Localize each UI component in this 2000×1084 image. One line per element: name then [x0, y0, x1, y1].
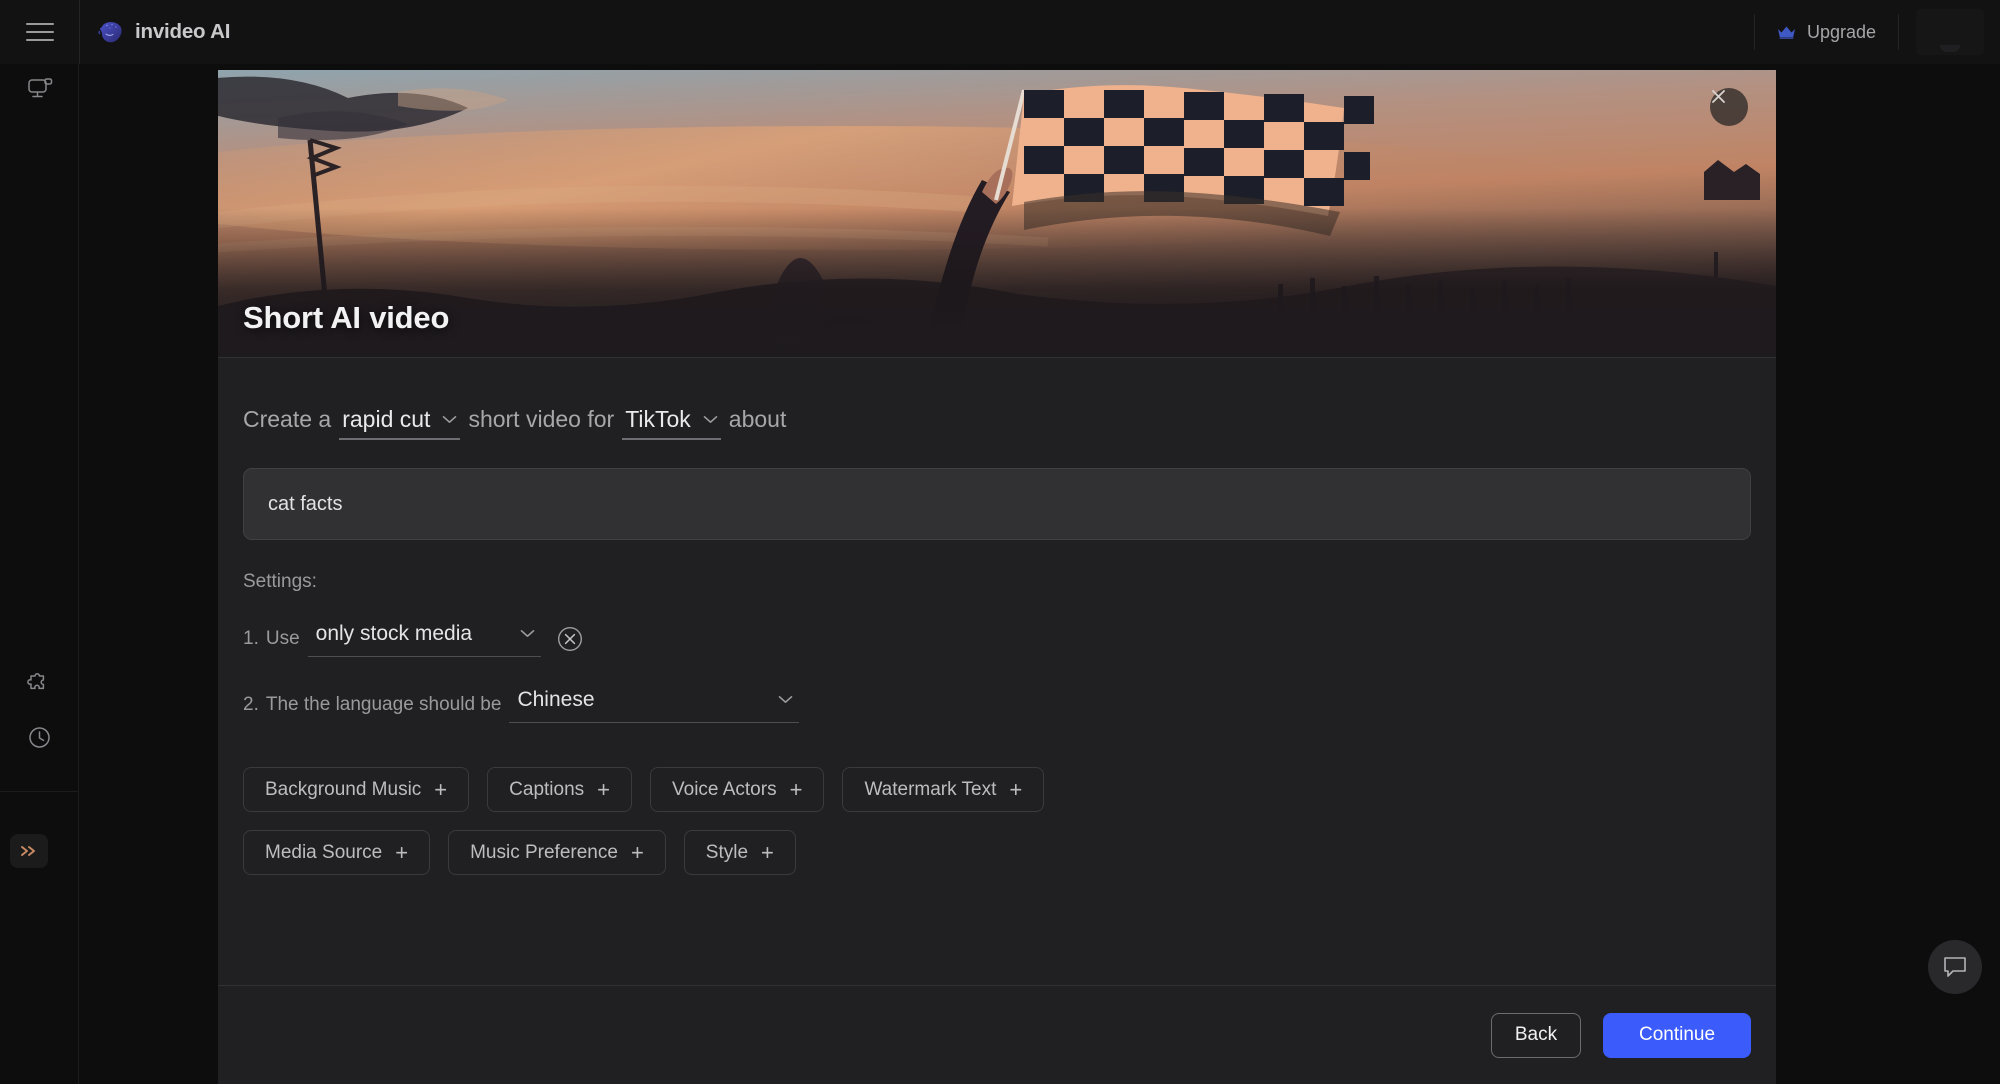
topbar-right-group: Upgrade [1753, 0, 2000, 64]
invideo-logo-icon [98, 22, 122, 43]
plus-icon: + [1009, 776, 1023, 802]
chip-label: Background Music [265, 778, 422, 800]
chevron-down-icon [443, 416, 457, 423]
option-chips: Background Music + Captions + Voice Acto… [243, 767, 1243, 875]
format-value: rapid cut [342, 406, 431, 432]
chat-bubble-icon [1944, 957, 1966, 977]
rail-item-extensions[interactable] [0, 654, 79, 706]
settings-label: Settings: [243, 571, 317, 592]
rail-expand-button[interactable] [10, 834, 48, 868]
chip-style[interactable]: Style + [683, 830, 796, 875]
upgrade-label: Upgrade [1806, 21, 1876, 42]
left-rail [0, 64, 79, 1084]
topic-input[interactable]: cat facts [243, 468, 1751, 540]
close-icon [1712, 90, 1725, 103]
page-title: Short AI video [243, 300, 450, 335]
chip-label: Voice Actors [672, 778, 777, 800]
close-modal-button[interactable] [1710, 88, 1748, 126]
setting-row-1: 1. Use only stock media [243, 619, 1751, 659]
puzzle-piece-icon [26, 672, 44, 689]
chat-support-button[interactable] [1928, 940, 1982, 994]
chip-label: Media Source [265, 841, 383, 863]
avatar [1915, 9, 1984, 55]
setting-row-2: 2. The the language should be Chinese [243, 685, 1751, 725]
chip-watermark-text[interactable]: Watermark Text + [842, 767, 1045, 812]
top-bar: invideo AI Upgrade [0, 0, 2000, 64]
brand-home-link[interactable]: invideo AI [98, 0, 230, 64]
chip-label: Captions [509, 778, 585, 800]
remove-circle-icon [557, 626, 582, 652]
chip-voice-actors[interactable]: Voice Actors + [650, 767, 825, 812]
setting-2-dropdown[interactable]: Chinese [509, 687, 800, 723]
rail-item-history[interactable] [0, 711, 79, 763]
setting-1-dropdown[interactable]: only stock media [307, 621, 541, 657]
plus-icon: + [597, 776, 611, 802]
setting-1-number: 1. [243, 628, 259, 649]
chip-captions[interactable]: Captions + [487, 767, 633, 812]
continue-button[interactable]: Continue [1603, 1012, 1751, 1058]
setting-2-prefix: The the language should be [265, 694, 502, 715]
modal-footer: Back Continue [218, 985, 1776, 1084]
chip-music-preference[interactable]: Music Preference + [448, 830, 666, 875]
clock-history-icon [29, 726, 50, 748]
crown-icon [1777, 26, 1795, 39]
hero-gradient-overlay [218, 208, 1776, 358]
plus-icon: + [630, 839, 644, 865]
plus-icon: + [761, 839, 774, 865]
back-button[interactable]: Back [1491, 1012, 1581, 1058]
setting-1-value: only stock media [315, 621, 473, 645]
rail-divider [0, 791, 79, 792]
setting-2-value: Chinese [517, 687, 595, 711]
setting-2-number: 2. [243, 694, 259, 715]
double-chevron-right-icon [21, 846, 35, 856]
profile-avatar-button[interactable] [1899, 0, 2000, 64]
prompt-sentence: Create a rapid cut short video for TikTo… [243, 406, 1751, 440]
setting-1-prefix: Use [265, 628, 300, 649]
format-dropdown[interactable]: rapid cut [339, 406, 461, 440]
platform-dropdown[interactable]: TikTok [622, 406, 721, 440]
modal-hero-image: Short AI video [218, 70, 1776, 358]
short-ai-video-modal: Short AI video Create a rapid cut short … [218, 70, 1776, 1084]
plus-icon: + [395, 839, 409, 865]
prompt-prefix: Create a [243, 406, 332, 432]
platform-value: TikTok [625, 406, 691, 432]
brand-name: invideo AI [135, 20, 231, 43]
hamburger-icon [25, 22, 54, 42]
chevron-down-icon [703, 416, 718, 423]
chevron-down-icon [779, 696, 793, 703]
menu-toggle-button[interactable] [0, 0, 79, 64]
plus-icon: + [434, 776, 448, 802]
chip-label: Watermark Text [864, 778, 997, 800]
plus-icon: + [789, 776, 803, 802]
prompt-suffix: about [728, 406, 787, 432]
chip-label: Music Preference [470, 841, 618, 863]
topic-input-value: cat facts [268, 492, 343, 515]
chevron-down-icon [520, 630, 534, 637]
topbar-divider [79, 0, 80, 64]
modal-body: Create a rapid cut short video for TikTo… [218, 358, 1776, 985]
rail-item-screen-record[interactable] [0, 64, 79, 116]
chip-media-source[interactable]: Media Source + [243, 830, 431, 875]
chip-background-music[interactable]: Background Music + [243, 767, 470, 812]
chip-label: Style [705, 841, 749, 863]
screen-record-icon [27, 78, 52, 98]
upgrade-button[interactable]: Upgrade [1755, 0, 1898, 64]
prompt-middle: short video for [468, 406, 615, 432]
setting-1-remove-button[interactable] [557, 626, 583, 652]
